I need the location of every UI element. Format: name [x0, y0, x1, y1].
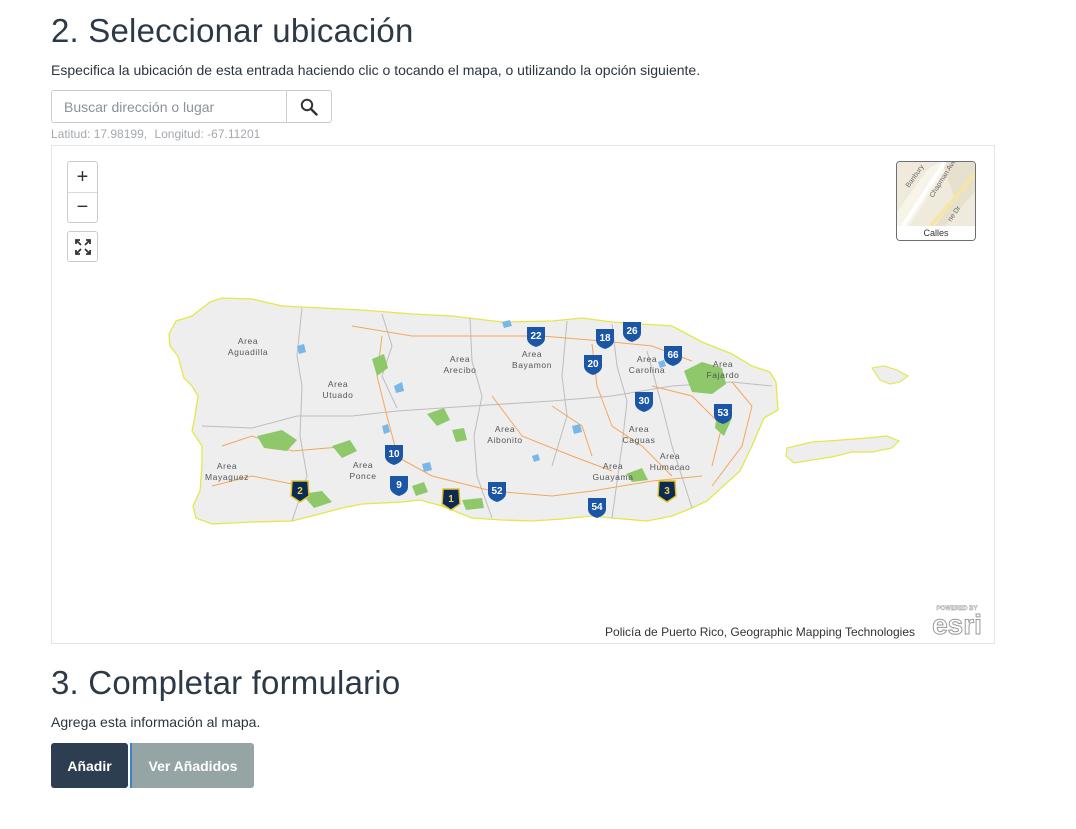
area-label-line1: Area — [450, 354, 470, 364]
area-label-line1: Area — [522, 349, 542, 359]
area-label-name: Ponce — [349, 471, 376, 481]
area-label-name: Humacao — [650, 462, 691, 472]
area-label: AreaPonce — [349, 460, 376, 481]
area-label-name: Caguas — [623, 435, 656, 445]
area-label-name: Bayamon — [512, 360, 552, 370]
highway-number: 20 — [587, 359, 599, 370]
step2-title: 2. Seleccionar ubicación — [51, 12, 414, 49]
highway-number: 54 — [591, 502, 603, 513]
step3-description: Agrega esta información al mapa. — [51, 714, 261, 730]
area-label-name: Arecibo — [443, 365, 476, 375]
map-canvas[interactable]: AreaAguadillaAreaAreciboAreaBayamonAreaC… — [52, 146, 995, 644]
area-label-name: Mayaguez — [205, 472, 249, 482]
highway-number: 1 — [448, 494, 454, 505]
esri-logo-word: esri — [932, 609, 982, 637]
area-label-name: Utuado — [322, 390, 353, 400]
highway-number: 18 — [599, 333, 611, 344]
area-label-line1: Area — [713, 359, 733, 369]
area-label-line1: Area — [495, 424, 515, 434]
highway-number: 52 — [491, 486, 503, 497]
area-label-line1: Area — [637, 354, 657, 364]
highway-number: 66 — [667, 350, 679, 361]
highway-number: 30 — [638, 396, 650, 407]
zoom-out-button[interactable]: − — [68, 192, 97, 222]
highway-number: 3 — [664, 486, 670, 497]
area-label-name: Aibonito — [487, 435, 523, 445]
zoom-control: + − — [67, 161, 98, 223]
area-label-line1: Area — [603, 461, 623, 471]
step3-title: 3. Completar formulario — [51, 664, 401, 701]
latitude-text: Latitud: 17.98199, — [51, 127, 148, 141]
coordinates-readout: Latitud: 17.98199, Longitud: -67.11201 — [51, 127, 264, 141]
map[interactable]: Area Aguadilla Area Arecibo Area Bayamon Area C… — [51, 145, 995, 644]
zoom-in-button[interactable]: + — [68, 162, 97, 193]
island-culebra — [871, 365, 910, 385]
highway-number: 22 — [530, 331, 542, 342]
area-label-name: Fajardo — [706, 370, 739, 380]
highway-number: 2 — [297, 486, 303, 497]
area-label-line1: Area — [660, 451, 680, 461]
step2-description: Especifica la ubicación de esta entrada … — [51, 62, 701, 78]
view-added-button[interactable]: Ver Añadidos — [130, 743, 254, 788]
basemap-label: Calles — [897, 226, 975, 240]
esri-logo: POWERED BY esri — [932, 606, 983, 637]
highway-number: 53 — [717, 408, 729, 419]
highway-number: 10 — [388, 449, 400, 460]
basemap-thumbnail: Banbury Chapman Ave ne Dr — [897, 162, 975, 226]
expand-icon — [74, 238, 91, 255]
highway-number: 26 — [626, 326, 638, 337]
area-label-line1: Area — [217, 461, 237, 471]
search-icon — [300, 98, 318, 116]
area-label-line1: Area — [629, 424, 649, 434]
longitude-text: Longitud: -67.11201 — [154, 127, 261, 141]
add-button[interactable]: Añadir — [51, 743, 128, 788]
area-label-line1: Area — [353, 460, 373, 470]
area-label-name: Aguadilla — [228, 347, 268, 357]
island-vieques — [785, 435, 901, 464]
area-label-line1: Area — [328, 379, 348, 389]
area-label-line1: Area — [238, 336, 258, 346]
basemap-toggle[interactable]: Banbury Chapman Ave ne Dr Calles — [896, 161, 976, 241]
map-attribution: Policía de Puerto Rico, Geographic Mappi… — [605, 625, 915, 639]
search-input[interactable] — [52, 91, 288, 122]
area-label-name: Carolina — [629, 365, 665, 375]
search-button[interactable] — [286, 91, 331, 122]
highway-number: 9 — [396, 480, 402, 491]
search-box — [51, 90, 332, 123]
fullscreen-button[interactable] — [67, 231, 98, 262]
area-label-name: Guayama — [592, 472, 633, 482]
